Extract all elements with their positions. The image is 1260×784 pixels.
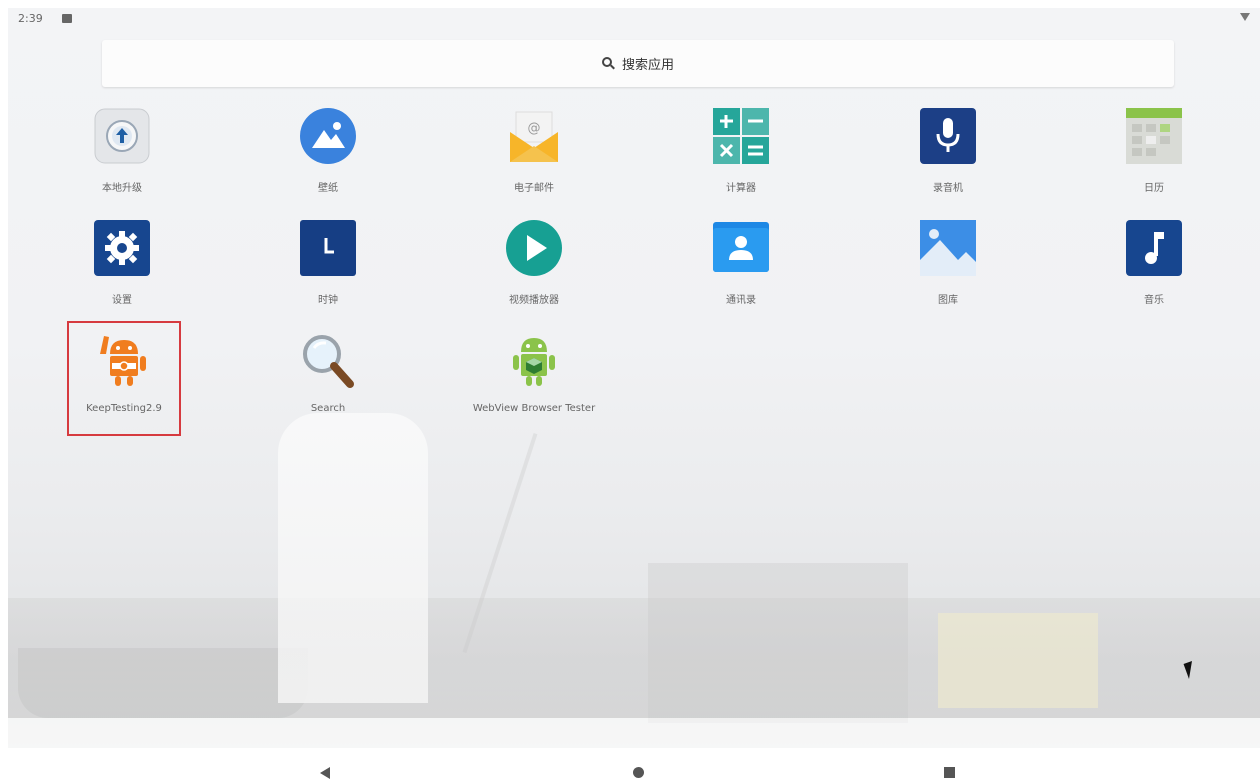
wallpaper-water [8, 718, 1260, 748]
wallpaper-skyline [8, 598, 1260, 718]
app-label: 计算器 [726, 183, 756, 194]
app-label: 时钟 [318, 295, 338, 306]
selected-app-highlight [67, 321, 181, 436]
app-settings[interactable]: 设置 [52, 220, 192, 320]
app-label: 设置 [112, 295, 132, 306]
app-calculator[interactable]: 计算器 [671, 108, 811, 208]
app-clock[interactable]: 时钟 [258, 220, 398, 320]
app-video-player[interactable]: 视频播放器 [464, 220, 604, 320]
app-recorder[interactable]: 录音机 [878, 108, 1018, 208]
notification-icon [62, 14, 72, 23]
music-icon [1126, 220, 1182, 276]
app-label: 录音机 [933, 183, 963, 194]
wallpaper-icon [300, 108, 356, 164]
wallpaper-palace [938, 613, 1098, 708]
calendar-icon [1126, 108, 1182, 164]
clock-icon [300, 220, 356, 276]
app-gallery[interactable]: 图库 [878, 220, 1018, 320]
app-label: 视频播放器 [509, 295, 559, 306]
app-search[interactable]: Search [258, 332, 398, 432]
search-label: 搜索应用 [621, 58, 674, 73]
contacts-icon [713, 222, 769, 272]
search-icon [601, 56, 616, 71]
video-player-icon [506, 220, 562, 276]
app-calendar[interactable]: 日历 [1084, 108, 1224, 208]
app-label: 电子邮件 [514, 183, 554, 194]
wifi-icon [1240, 13, 1250, 21]
app-label: 图库 [938, 295, 958, 306]
app-music[interactable]: 音乐 [1084, 220, 1224, 320]
wallpaper-bridge [18, 648, 308, 718]
app-label: 日历 [1144, 183, 1164, 194]
settings-icon [94, 220, 150, 276]
app-contacts[interactable]: 通讯录 [671, 220, 811, 320]
navigation-bar [0, 748, 1260, 784]
calculator-icon [713, 108, 769, 164]
back-icon[interactable] [320, 767, 330, 779]
app-email[interactable]: @ 电子邮件 [464, 108, 604, 208]
app-label: 音乐 [1144, 295, 1164, 306]
app-label: Search [310, 403, 346, 414]
gallery-icon [920, 220, 976, 276]
app-label: 本地升级 [102, 183, 142, 194]
recents-icon[interactable] [944, 767, 955, 778]
status-time: 2:39 [18, 12, 43, 25]
home-icon[interactable] [633, 767, 644, 778]
recorder-icon [920, 108, 976, 164]
home-screen [8, 8, 1260, 748]
app-webview-tester[interactable]: WebView Browser Tester [464, 332, 604, 432]
svg-text:@: @ [528, 121, 541, 136]
app-label: WebView Browser Tester [472, 403, 596, 414]
upgrade-icon [94, 108, 150, 164]
webview-android-icon [513, 338, 555, 386]
app-wallpaper[interactable]: 壁纸 [258, 108, 398, 208]
app-label: 通讯录 [726, 295, 756, 306]
app-label: 壁纸 [318, 183, 338, 194]
wallpaper-tower [278, 413, 428, 703]
magnifier-icon [303, 335, 354, 388]
wallpaper-crane [462, 433, 538, 653]
app-local-upgrade[interactable]: 本地升级 [52, 108, 192, 208]
wallpaper-building [648, 563, 908, 723]
email-icon: @ [510, 111, 558, 162]
app-search-bar[interactable]: 搜索应用 [102, 40, 1174, 87]
status-bar: 2:39 [18, 10, 1254, 28]
